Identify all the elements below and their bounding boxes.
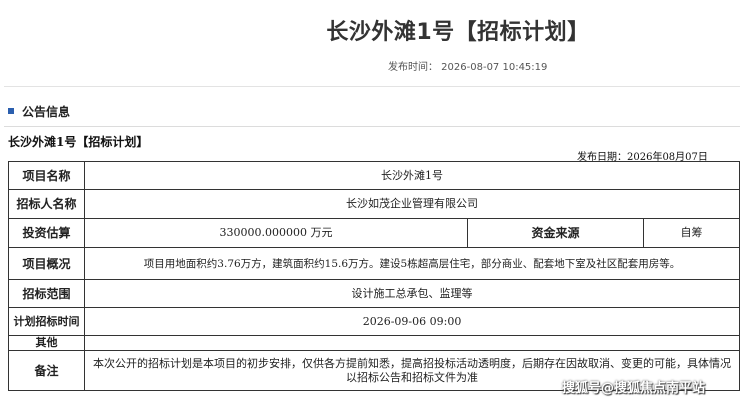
fund-source-label: 资金来源 xyxy=(467,218,644,248)
divider xyxy=(4,86,740,87)
table-row: 投资估算 330000.000000 万元 资金来源 自筹 xyxy=(8,218,740,248)
remark-label: 备注 xyxy=(8,350,85,391)
section-square-icon xyxy=(8,108,14,114)
bid-plan-table: 项目名称 长沙外滩1号 招标人名称 长沙如茂企业管理有限公司 投资估算 3300… xyxy=(8,161,740,391)
section-header: 公告信息 xyxy=(4,98,740,127)
planned-time-value: 2026-09-06 09:00 xyxy=(83,307,740,336)
project-name-value: 长沙外滩1号 xyxy=(83,161,740,190)
planned-time-label: 计划招标时间 xyxy=(8,307,85,336)
overview-label: 项目概况 xyxy=(8,247,85,280)
other-label: 其他 xyxy=(8,335,85,351)
investment-value: 330000.000000 万元 xyxy=(84,218,468,248)
table-row: 项目概况 项目用地面积约3.76万方，建筑面积约15.6万方。建设5栋超高层住宅… xyxy=(8,247,740,280)
fund-source-value: 自筹 xyxy=(642,218,740,248)
table-row: 项目名称 长沙外滩1号 xyxy=(8,161,740,190)
overview-value: 项目用地面积约3.76万方，建筑面积约15.6万方。建设5栋超高层住宅，部分商业… xyxy=(83,247,740,280)
investment-label: 投资估算 xyxy=(8,218,85,248)
table-row: 招标范围 设计施工总承包、监理等 xyxy=(8,279,740,308)
other-value xyxy=(83,335,740,351)
project-name-label: 项目名称 xyxy=(8,161,85,190)
table-row: 招标人名称 长沙如茂企业管理有限公司 xyxy=(8,189,740,219)
table-row: 计划招标时间 2026-09-06 09:00 xyxy=(8,307,740,336)
publish-time: 发布时间： 2026-08-07 10:45:19 xyxy=(388,62,548,73)
bidder-label: 招标人名称 xyxy=(8,189,85,219)
scope-label: 招标范围 xyxy=(8,279,85,308)
table-row: 其他 xyxy=(8,335,740,351)
page-title: 长沙外滩1号【招标计划】 xyxy=(326,20,590,45)
document-title: 长沙外滩1号【招标计划】 xyxy=(8,135,149,149)
section-label: 公告信息 xyxy=(22,105,71,119)
bidder-value: 长沙如茂企业管理有限公司 xyxy=(83,189,740,219)
watermark: 搜狐号@搜狐焦点南平站 xyxy=(562,381,706,396)
scope-value: 设计施工总承包、监理等 xyxy=(83,279,740,308)
